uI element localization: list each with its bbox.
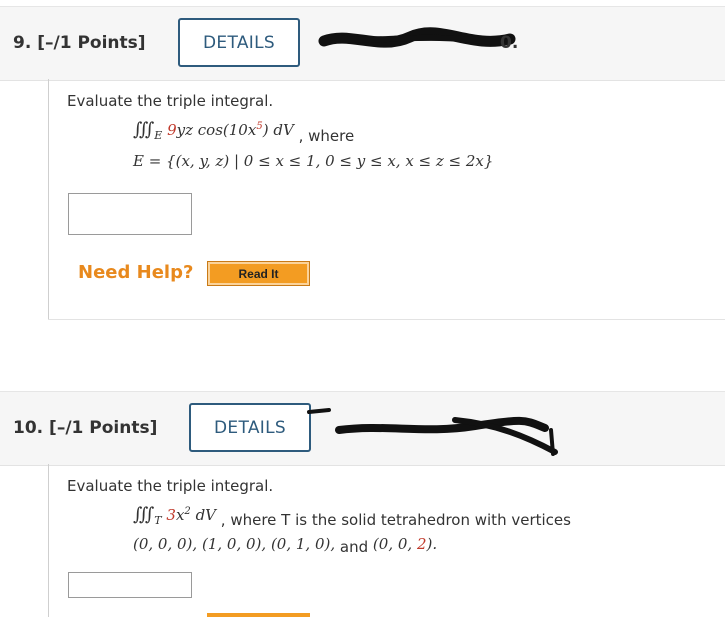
where-text: , where T is the solid tetrahedron with …	[220, 511, 571, 529]
region-definition: E = {(x, y, z) | 0 ≤ x ≤ 1, 0 ≤ y ≤ x, x…	[133, 152, 494, 170]
integrand-close: )	[262, 121, 269, 139]
vertex-b: (1, 0, 0),	[201, 535, 267, 553]
answer-input[interactable]	[68, 572, 192, 598]
question-prompt: Evaluate the triple integral.	[67, 92, 274, 110]
integral-expression: ∭E 9yz cos(10x5) dV , where	[133, 119, 355, 145]
integrand-coefficient: 3	[166, 506, 176, 524]
details-button[interactable]: DETAILS	[189, 403, 311, 452]
question-9-number: 9. [–/1 Points]	[13, 33, 146, 53]
redacted-tail: 0.	[500, 33, 519, 53]
question-9-body: Evaluate the triple integral. ∭E 9yz cos…	[48, 79, 725, 319]
integrand-body: yz cos(10x	[176, 121, 257, 139]
vertex-d-open: (0, 0,	[372, 535, 417, 553]
read-it-button[interactable]: Read It	[207, 261, 310, 286]
integrand-coefficient: 9	[167, 121, 177, 139]
question-prompt: Evaluate the triple integral.	[67, 477, 274, 495]
read-it-button-partial	[207, 613, 310, 617]
need-help-label: Need Help?	[78, 262, 194, 283]
question-points: [–/1 Points]	[37, 33, 146, 53]
question-10-number: 10. [–/1 Points]	[13, 418, 157, 438]
vertex-d-close: ).	[426, 535, 438, 553]
question-number: 9.	[13, 33, 32, 53]
and-text: and	[339, 538, 369, 556]
question-points: [–/1 Points]	[49, 418, 158, 438]
integral-expression: ∭T 3x2 dV , where T is the solid tetrahe…	[133, 504, 571, 529]
integral-region-label: E	[154, 129, 163, 142]
vertex-c: (0, 1, 0),	[270, 535, 336, 553]
answer-input[interactable]	[68, 193, 192, 235]
question-9-divider	[48, 319, 725, 320]
vertex-a: (0, 0, 0),	[133, 535, 198, 553]
question-10-body: Evaluate the triple integral. ∭T 3x2 dV …	[48, 464, 725, 617]
question-number: 10.	[13, 418, 44, 438]
triple-integral-sign: ∭	[133, 504, 155, 525]
vertices-line: (0, 0, 0), (1, 0, 0), (0, 1, 0), and (0,…	[133, 535, 438, 556]
redaction-scribble	[318, 27, 516, 48]
integrand-differential: dV	[273, 121, 294, 139]
integrand-exponent: 2	[184, 506, 191, 517]
integral-region-label: T	[154, 514, 162, 527]
details-button[interactable]: DETAILS	[178, 18, 300, 67]
triple-integral-sign: ∭	[133, 119, 155, 140]
redaction-scribble	[307, 408, 558, 456]
integrand-differential: dV	[195, 506, 217, 524]
where-text: , where	[298, 127, 355, 145]
